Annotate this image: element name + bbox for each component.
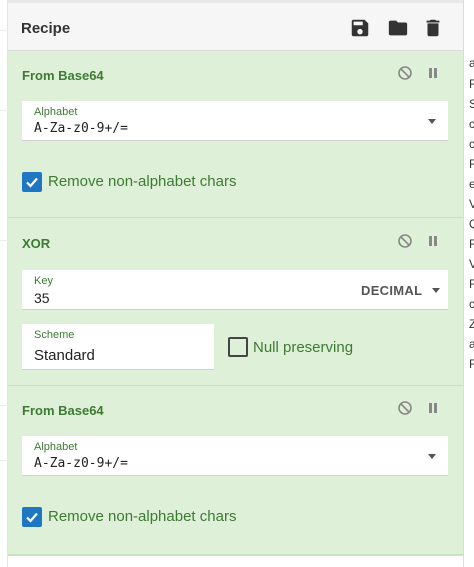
clipped-text: a (469, 336, 474, 353)
clipped-text: R (469, 156, 474, 173)
clipped-text: a (469, 55, 474, 72)
clipped-text: R (469, 236, 474, 253)
clipped-text: c (469, 296, 474, 313)
disable-icon[interactable] (397, 65, 413, 81)
scheme-select[interactable]: Scheme Standard (22, 324, 214, 370)
cyberchef-recipe-view: Recipe From Base64 Alphabet A-Za-z0-9+/= (0, 0, 474, 567)
scheme-value: Standard (34, 347, 95, 364)
remove-non-alphabet-label: Remove non-alphabet chars (48, 173, 237, 190)
alphabet-value: A-Za-z0-9+/= (34, 456, 128, 471)
clipped-text: F (469, 276, 474, 293)
null-preserving-checkbox[interactable] (228, 337, 248, 357)
operation-from-base64: From Base64 Alphabet A-Za-z0-9+/= Remove… (8, 386, 463, 555)
alphabet-select[interactable]: Alphabet A-Za-z0-9+/= (22, 101, 448, 141)
save-icon[interactable] (349, 17, 371, 39)
clipped-text: c (469, 136, 474, 153)
operation-title: From Base64 (22, 403, 104, 418)
alphabet-value: A-Za-z0-9+/= (34, 121, 128, 136)
operation-from-base64: From Base64 Alphabet A-Za-z0-9+/= Remove… (8, 51, 463, 218)
clipped-text: c (469, 116, 474, 133)
pause-icon[interactable] (425, 233, 441, 249)
clipped-text: V (469, 196, 474, 213)
clipped-text: e (469, 176, 474, 193)
pause-icon[interactable] (425, 65, 441, 81)
remove-non-alphabet-checkbox[interactable] (22, 172, 42, 192)
alphabet-label: Alphabet (34, 441, 78, 453)
recipe-title: Recipe (21, 20, 71, 37)
clipped-text: Q (469, 216, 474, 233)
alphabet-label: Alphabet (34, 106, 78, 118)
chevron-down-icon (428, 119, 436, 124)
alphabet-select[interactable]: Alphabet A-Za-z0-9+/= (22, 436, 448, 476)
chevron-down-icon (428, 454, 436, 459)
trash-icon[interactable] (422, 17, 444, 39)
folder-icon[interactable] (387, 17, 409, 39)
key-format-dropdown[interactable]: DECIMAL (361, 283, 422, 298)
recipe-header: Recipe (8, 0, 463, 51)
pause-icon[interactable] (425, 400, 441, 416)
key-label: Key (34, 275, 53, 287)
remove-non-alphabet-checkbox[interactable] (22, 507, 42, 527)
clipped-text: S (469, 96, 474, 113)
clipped-text: Z (469, 316, 474, 333)
key-value: 35 (34, 290, 50, 306)
recipe-bottom-area (8, 555, 463, 567)
recipe-list: From Base64 Alphabet A-Za-z0-9+/= Remove… (8, 51, 463, 555)
clipped-text: F (469, 356, 474, 373)
clipped-text: R (469, 76, 474, 93)
output-panel-edge: a R S c c R e V Q R V F c Z a F (463, 0, 474, 567)
remove-non-alphabet-label: Remove non-alphabet chars (48, 508, 237, 525)
operation-title: From Base64 (22, 68, 104, 83)
chevron-down-icon (432, 288, 440, 293)
scheme-label: Scheme (34, 329, 75, 341)
key-field[interactable]: Key 35 DECIMAL (22, 270, 448, 310)
left-panel-edge (0, 0, 8, 567)
clipped-text: V (469, 256, 474, 273)
null-preserving-label: Null preserving (253, 339, 354, 356)
operation-title: XOR (22, 236, 51, 251)
operation-xor: XOR Key 35 DECIMAL Scheme Standard Null … (8, 218, 463, 386)
disable-icon[interactable] (397, 233, 413, 249)
disable-icon[interactable] (397, 400, 413, 416)
